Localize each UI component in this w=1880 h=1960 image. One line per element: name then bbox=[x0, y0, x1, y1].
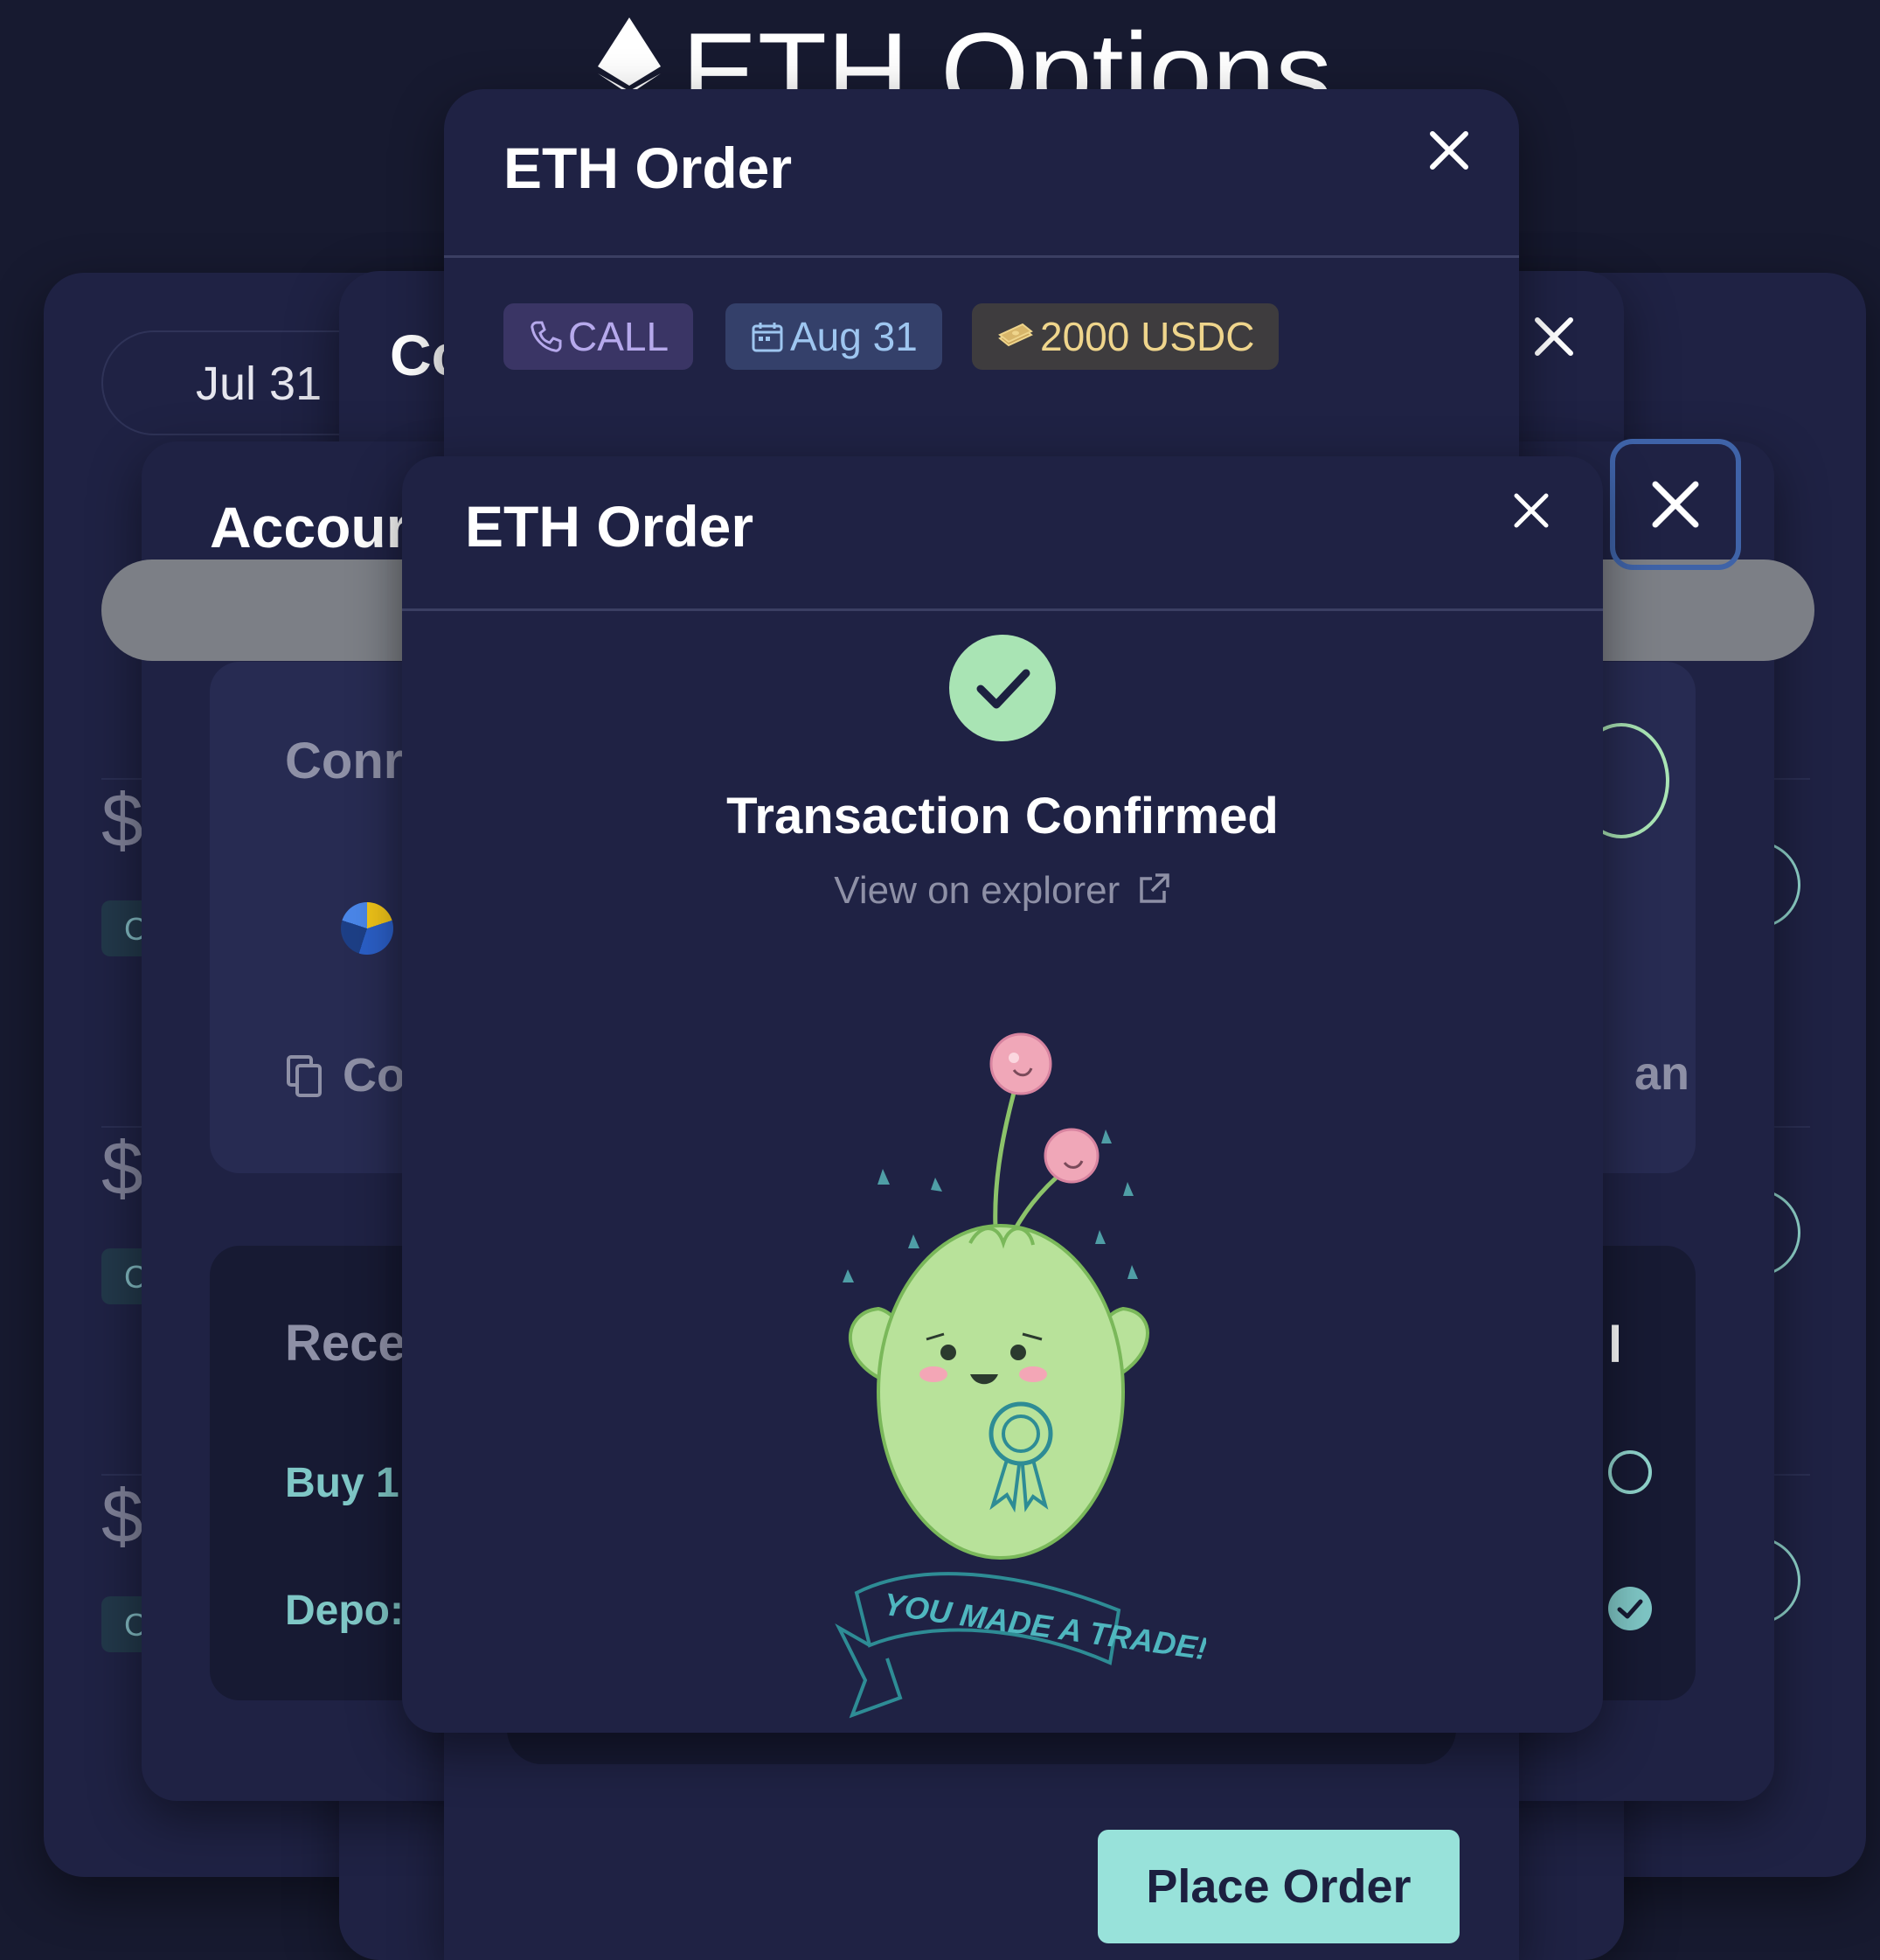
view-on-explorer-label: View on explorer bbox=[834, 869, 1120, 912]
order-modal-title: ETH Order bbox=[503, 136, 793, 200]
phone-icon bbox=[531, 321, 562, 352]
complete-status-icon bbox=[1608, 1587, 1652, 1630]
confirm-modal-divider bbox=[402, 608, 1603, 611]
connected-label: Conr bbox=[285, 733, 404, 789]
page-header: ETH Options bbox=[0, 0, 1880, 96]
pending-status-icon bbox=[1608, 1450, 1652, 1494]
account-panel-title: Accour bbox=[210, 495, 409, 560]
transaction-confirmed-modal: ETH Order Transaction Confirmed View on … bbox=[402, 456, 1603, 1733]
close-order-modal-button[interactable] bbox=[1427, 129, 1471, 172]
confirm-modal-title: ETH Order bbox=[465, 494, 754, 559]
calendar-icon bbox=[752, 323, 783, 352]
price-symbol: $ bbox=[101, 1475, 143, 1559]
external-link-icon bbox=[1139, 873, 1169, 903]
ethereum-logo-icon bbox=[594, 16, 664, 96]
call-tag: CALL bbox=[503, 303, 694, 370]
place-order-label: Place Order bbox=[1146, 1860, 1412, 1913]
order-modal-divider bbox=[444, 255, 1519, 258]
recent-item-label: Buy 1 bbox=[285, 1460, 399, 1506]
recent-item-label: Depo: bbox=[285, 1588, 404, 1634]
call-tag-label: CALL bbox=[568, 314, 669, 359]
recent-activity-label: Rece bbox=[285, 1315, 406, 1372]
expiry-date-tag-label: Aug 31 bbox=[790, 314, 918, 359]
close-icon bbox=[1430, 131, 1468, 170]
amount-tag: 2000 USDC bbox=[972, 303, 1280, 370]
price-symbol: $ bbox=[101, 779, 143, 863]
transaction-status-title: Transaction Confirmed bbox=[726, 788, 1279, 844]
page-title: ETH Options bbox=[682, 9, 1333, 96]
close-icon bbox=[1514, 493, 1549, 528]
success-check-icon bbox=[949, 635, 1056, 741]
close-account-panel-button[interactable] bbox=[1610, 439, 1741, 570]
price-symbol: $ bbox=[101, 1127, 143, 1211]
date-chip-label: Jul 31 bbox=[196, 358, 323, 410]
wallet-avatar bbox=[341, 902, 393, 955]
checkmark-icon bbox=[1617, 1599, 1643, 1619]
close-contract-panel-button[interactable] bbox=[1532, 315, 1576, 358]
celebration-mascot-illustration: YOU MADE A TRADE! bbox=[804, 1016, 1210, 1737]
copy-label: Co bbox=[343, 1049, 406, 1102]
place-order-button[interactable]: Place Order bbox=[1098, 1830, 1460, 1943]
close-icon bbox=[1652, 481, 1699, 528]
money-icon bbox=[998, 323, 1033, 347]
amount-tag-label: 2000 USDC bbox=[1040, 314, 1255, 359]
view-on-explorer-link[interactable]: View on explorer bbox=[402, 869, 1603, 913]
copy-icon bbox=[287, 1055, 322, 1097]
connected-right-label: an bbox=[1634, 1047, 1690, 1100]
close-confirm-modal-button[interactable] bbox=[1512, 491, 1550, 530]
expiry-date-tag: Aug 31 bbox=[725, 303, 942, 370]
close-icon bbox=[1535, 317, 1573, 356]
recent-activity-right-mark: l bbox=[1608, 1317, 1623, 1373]
